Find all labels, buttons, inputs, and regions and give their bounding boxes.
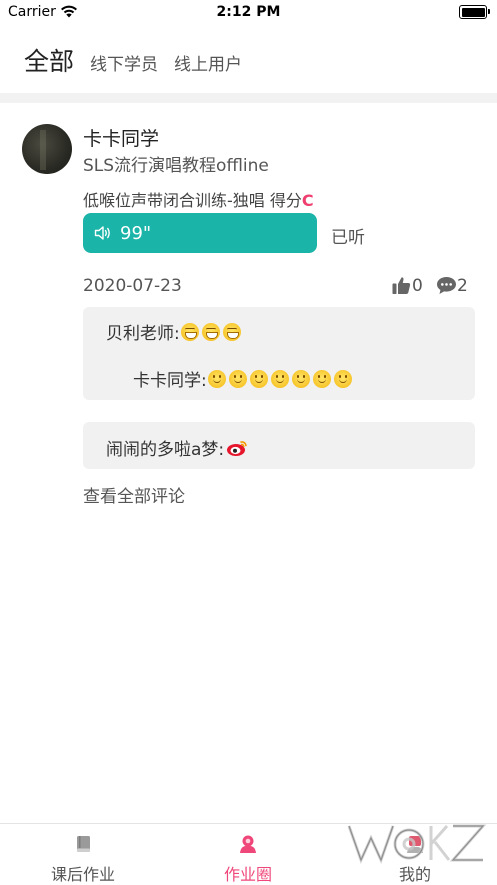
post-date: 2020-07-23 (83, 276, 182, 296)
comment-author: 卡卡同学: (133, 371, 207, 391)
comment-item[interactable]: 贝利老师: (106, 319, 244, 344)
status-bar: Carrier 2:12 PM (0, 0, 497, 26)
tab-online-users[interactable]: 线上用户 (174, 50, 242, 75)
section-divider (0, 93, 497, 103)
speaker-icon (94, 226, 110, 240)
grin-emoji-icon (180, 322, 199, 341)
smile-emoji-icon (207, 369, 226, 388)
clock: 2:12 PM (216, 4, 281, 20)
tab-offline-students[interactable]: 线下学员 (90, 50, 158, 75)
comment-author: 贝利老师: (106, 324, 180, 344)
comment-reply[interactable]: 卡卡同学: (133, 366, 355, 391)
emoji-group (180, 322, 244, 341)
tab-homework-circle[interactable]: 作业圈 (188, 824, 308, 884)
user-name[interactable]: 卡卡同学 (83, 124, 159, 151)
smile-emoji-icon (270, 369, 289, 388)
grin-emoji-icon (201, 322, 220, 341)
listened-status: 已听 (331, 228, 365, 248)
battery-icon (459, 5, 490, 19)
comment-thread: 闹闹的多啦a梦: (83, 422, 475, 469)
book-icon (77, 836, 90, 852)
thumbs-up-icon[interactable] (392, 276, 411, 295)
audio-duration: 99" (120, 222, 152, 244)
smile-emoji-icon (291, 369, 310, 388)
comment-icon[interactable] (436, 276, 457, 295)
comment-item[interactable]: 闹闹的多啦a梦: (106, 435, 248, 460)
weibo-icon (227, 440, 247, 456)
comment-thread: 贝利老师: 卡卡同学: (83, 307, 475, 400)
smile-emoji-icon (312, 369, 331, 388)
course-name: SLS流行演唱教程offline (83, 156, 269, 176)
smile-emoji-icon (249, 369, 268, 388)
smile-emoji-icon (228, 369, 247, 388)
tab-homework[interactable]: 课后作业 (23, 824, 143, 884)
avatar[interactable] (22, 124, 72, 174)
lesson-title: 低喉位声带闭合训练-独唱 得分C (83, 187, 314, 211)
lesson-text: 低喉位声带闭合训练-独唱 得分 (83, 191, 302, 210)
emoji-group (207, 369, 355, 388)
tab-label: 作业圈 (223, 865, 272, 884)
grin-emoji-icon (222, 322, 241, 341)
homework-circle-icon (240, 835, 256, 853)
audio-play-button[interactable]: 99" (83, 213, 317, 253)
view-all-comments-link[interactable]: 查看全部评论 (83, 482, 185, 507)
like-count: 0 (412, 276, 423, 296)
watermark-logo (347, 824, 487, 865)
tab-label: 课后作业 (50, 865, 115, 884)
tab-all[interactable]: 全部 (24, 42, 74, 78)
top-tab-bar: 全部 线下学员 线上用户 (24, 42, 258, 76)
comment-author: 闹闹的多啦a梦: (106, 440, 225, 460)
smile-emoji-icon (333, 369, 352, 388)
score-grade: C (301, 191, 314, 210)
comment-count: 2 (457, 276, 468, 296)
